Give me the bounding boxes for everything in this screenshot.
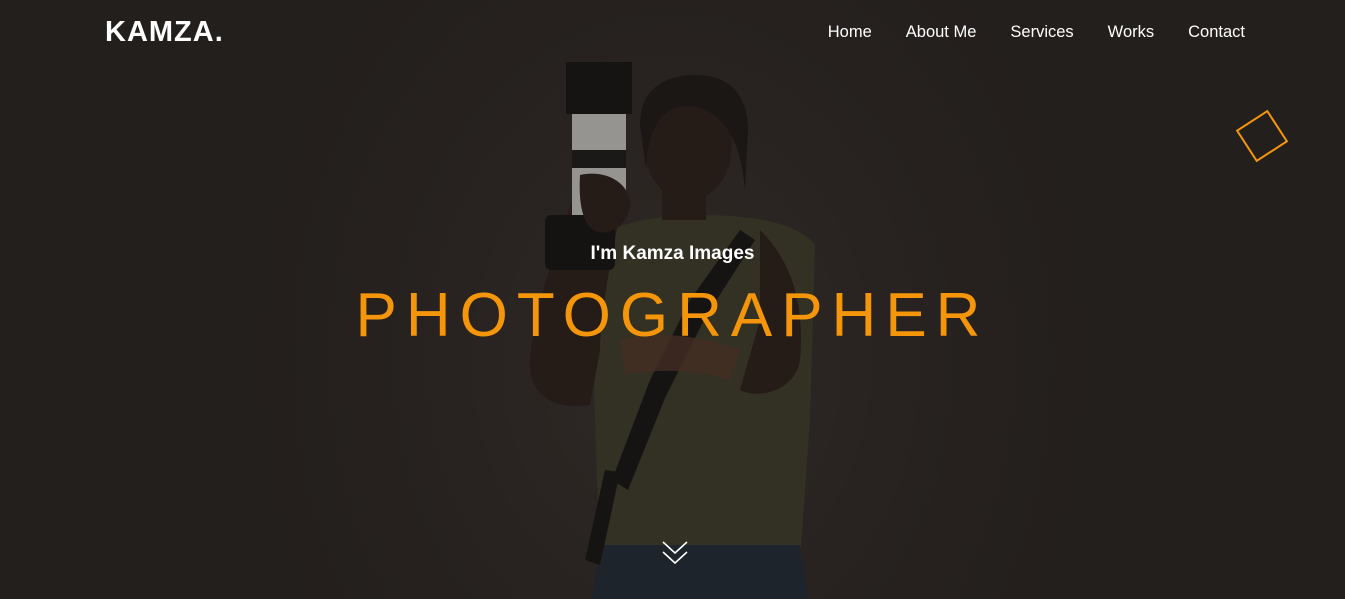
hero-section: KAMZA. Home About Me Services Works Cont…: [0, 0, 1345, 599]
scroll-down-button[interactable]: [661, 538, 689, 568]
nav-link-services[interactable]: Services: [976, 22, 1073, 42]
nav-link-about-me[interactable]: About Me: [872, 22, 977, 42]
nav-link-home[interactable]: Home: [794, 22, 872, 42]
nav-menu: Home About Me Services Works Contact: [794, 22, 1245, 42]
top-navbar: KAMZA. Home About Me Services Works Cont…: [0, 0, 1345, 66]
nav-item-home: Home: [794, 22, 872, 42]
hero-headline: PHOTOGRAPHER: [355, 281, 990, 350]
nav-item-about-me: About Me: [872, 22, 977, 42]
nav-item-works: Works: [1074, 22, 1154, 42]
hero-intro-text: I'm Kamza Images: [590, 243, 755, 264]
nav-link-works[interactable]: Works: [1074, 22, 1154, 42]
nav-item-contact: Contact: [1154, 22, 1245, 42]
nav-item-services: Services: [976, 22, 1073, 42]
site-logo[interactable]: KAMZA.: [105, 16, 224, 49]
double-chevron-down-icon: [662, 541, 688, 565]
nav-link-contact[interactable]: Contact: [1154, 22, 1245, 42]
